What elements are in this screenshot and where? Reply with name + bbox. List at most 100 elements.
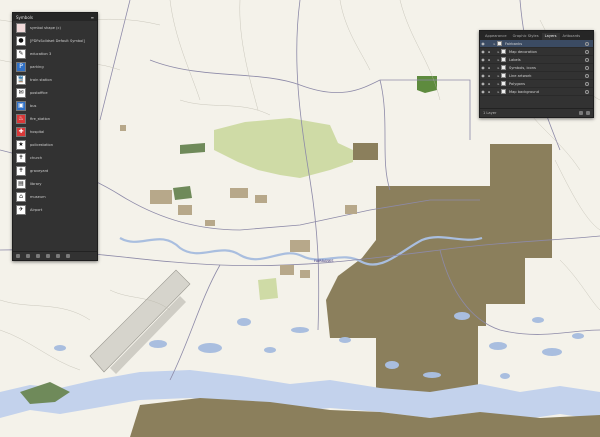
church-icon: ✝ — [16, 152, 26, 163]
olive-land-inlet — [353, 143, 378, 160]
dark-green-patch-2 — [417, 76, 437, 93]
layer-name: Labels — [509, 57, 521, 62]
symbols-panel-footer — [13, 251, 97, 260]
symbol-item[interactable]: ✝ church — [13, 151, 97, 164]
symbol-item[interactable]: ♨ fire_station — [13, 112, 97, 125]
symbol-item-label: graveyard — [30, 168, 49, 173]
delete-symbol-icon[interactable] — [66, 254, 70, 258]
symbol-item[interactable]: Pparking — [13, 60, 97, 73]
symbols-panel[interactable]: Symbols ≡ symbol shape (c) ● [PDFsSolidset… — [12, 12, 98, 261]
target-circle-icon[interactable] — [585, 81, 589, 86]
layer-name: Fairbanks — [505, 41, 523, 46]
symbol-item[interactable]: ✈ Airport — [13, 203, 97, 216]
black-circle-icon: ● — [16, 35, 26, 46]
layers-panel[interactable]: Appearance Graphic Styles Layers Artboards … — [479, 30, 594, 118]
library-icon: ▤ — [16, 178, 26, 189]
hamburger-menu-icon[interactable]: ≡ — [91, 15, 94, 20]
museum-icon: ⌂ — [16, 191, 26, 202]
lock-icon[interactable]: ▪ — [486, 58, 492, 62]
symbol-item[interactable]: ▤ library — [13, 177, 97, 190]
symbol-item-label: parking — [30, 64, 44, 69]
place-symbol-icon[interactable] — [26, 254, 30, 258]
lock-icon[interactable]: ▪ — [486, 74, 492, 78]
target-circle-icon[interactable] — [585, 65, 589, 70]
lock-icon[interactable]: ▪ — [486, 66, 492, 70]
new-layer-icon[interactable] — [579, 111, 583, 115]
symbol-item-label: library — [30, 181, 42, 186]
symbol-item[interactable]: symbol shape (c) — [13, 21, 97, 34]
target-circle-icon[interactable] — [585, 73, 589, 78]
postoffice-icon: ✉ — [16, 87, 26, 98]
city-label: FAIRBANKS — [314, 259, 334, 263]
symbol-item-label: postoffice — [30, 90, 48, 95]
symbol-item-label: [PDFsSolidset Default Symbol] — [30, 38, 85, 43]
layer-thumbnail — [501, 49, 506, 54]
delete-layer-icon[interactable] — [586, 111, 590, 115]
tab-artboards[interactable]: Artboards — [560, 33, 584, 40]
train-icon: 🚆 — [16, 74, 26, 85]
symbol-library-icon[interactable] — [16, 254, 20, 258]
symbol-item[interactable]: 🚆 train station — [13, 73, 97, 86]
layer-name: Map background — [509, 89, 539, 94]
layers-panel-tabs: Appearance Graphic Styles Layers Artboards — [480, 31, 593, 40]
police-icon: ★ — [16, 139, 26, 150]
graveyard-icon: ✝ — [16, 165, 26, 176]
layer-row[interactable]: ◉ ▪ ▸ Symbols, icons — [480, 64, 593, 72]
symbol-item-label: policestation — [30, 142, 54, 147]
break-link-icon[interactable] — [36, 254, 40, 258]
layer-name: Symbols, icons — [509, 65, 536, 70]
layer-row[interactable]: ◉ ▪ ▸ Polygons — [480, 80, 593, 88]
layers-list[interactable]: ◉ ▸ Fairbanks ◉ ▪ ▸ Map decoration ◉ ▪ ▸ Labels ◉ ▪ ▸… — [480, 40, 593, 96]
symbol-options-icon[interactable] — [46, 254, 50, 258]
layer-thumbnail — [501, 65, 506, 70]
symbol-item-label: church — [30, 155, 43, 160]
symbol-item[interactable]: ✎ education 3 — [13, 47, 97, 60]
symbol-item[interactable]: ✉ postoffice — [13, 86, 97, 99]
layer-row[interactable]: ◉ ▪ ▸ Map background — [480, 88, 593, 96]
layer-row[interactable]: ◉ ▪ ▸ Labels — [480, 56, 593, 64]
shape-swatch-icon — [16, 22, 26, 33]
target-circle-icon[interactable] — [585, 49, 589, 54]
layers-panel-footer: 1 Layer — [480, 108, 593, 117]
layer-name: Line artwork — [509, 73, 532, 78]
layer-thumbnail — [501, 57, 506, 62]
symbols-panel-title: Symbols — [16, 14, 33, 20]
airport-icon: ✈ — [16, 204, 26, 215]
symbol-item-label: hospital — [30, 129, 45, 134]
symbol-item-label: Airport — [30, 207, 43, 212]
symbol-item[interactable]: ★ policestation — [13, 138, 97, 151]
layer-row[interactable]: ◉ ▪ ▸ Map decoration — [480, 48, 593, 56]
symbol-item-label: fire_station — [30, 116, 51, 121]
target-circle-icon[interactable] — [585, 57, 589, 62]
tab-graphic-styles[interactable]: Graphic Styles — [510, 33, 542, 40]
symbol-item[interactable]: ✚ hospital — [13, 125, 97, 138]
target-circle-icon[interactable] — [585, 41, 589, 46]
tab-layers[interactable]: Layers — [541, 33, 560, 40]
tab-appearance[interactable]: Appearance — [482, 33, 510, 40]
symbols-list[interactable]: symbol shape (c) ● [PDFsSolidset Default S… — [13, 21, 97, 216]
lock-icon[interactable]: ▪ — [486, 50, 492, 54]
light-green-area-small — [258, 278, 278, 300]
symbols-panel-header[interactable]: Symbols ≡ — [13, 13, 97, 21]
lock-icon[interactable]: ▪ — [486, 90, 492, 94]
dark-green-patch-3 — [173, 186, 192, 200]
symbol-item[interactable]: ⌂ museum — [13, 190, 97, 203]
symbol-item[interactable]: ● [PDFsSolidset Default Symbol] — [13, 34, 97, 47]
target-circle-icon[interactable] — [585, 89, 589, 94]
symbol-item-label: education 3 — [30, 51, 52, 56]
bus-icon: ▣ — [16, 100, 26, 111]
symbol-item-label: symbol shape (c) — [30, 25, 61, 30]
layer-row[interactable]: ◉ ▸ Fairbanks — [480, 40, 593, 48]
layer-row[interactable]: ◉ ▪ ▸ Line artwork — [480, 72, 593, 80]
layer-thumbnail — [501, 73, 506, 78]
layer-name: Polygons — [509, 81, 525, 86]
lock-icon[interactable]: ▪ — [486, 82, 492, 86]
symbol-item-label: bus — [30, 103, 37, 108]
layer-name: Map decoration — [509, 49, 537, 54]
eye-icon[interactable]: ◉ — [480, 41, 486, 46]
symbol-item[interactable]: ✝ graveyard — [13, 164, 97, 177]
symbol-item[interactable]: ▣ bus — [13, 99, 97, 112]
parking-icon: P — [16, 61, 26, 72]
symbol-item-label: train station — [30, 77, 52, 82]
new-symbol-icon[interactable] — [56, 254, 60, 258]
